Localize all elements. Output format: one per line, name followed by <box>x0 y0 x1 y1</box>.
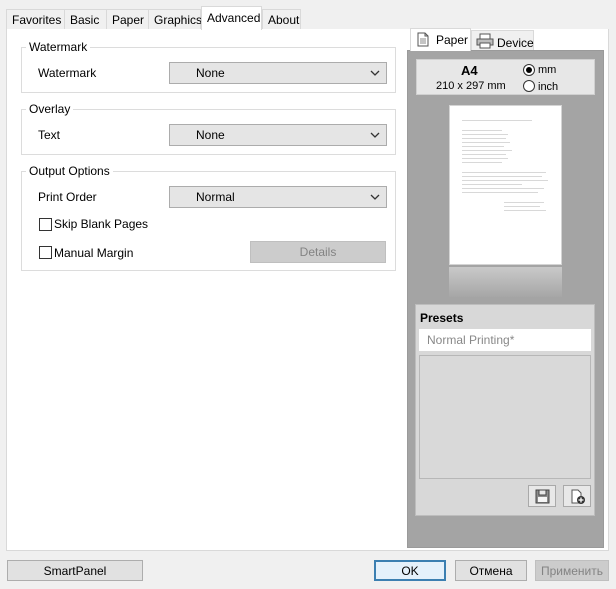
apply-button[interactable]: Применить <box>535 560 609 581</box>
watermark-select[interactable]: None <box>169 62 387 84</box>
preview-text-line <box>462 158 508 159</box>
preview-text-line <box>462 120 532 121</box>
skip-blank-pages-checkbox[interactable] <box>39 218 52 231</box>
watermark-select-value: None <box>196 66 225 80</box>
paper-size-box: A4 210 x 297 mm mm inch <box>416 59 595 95</box>
preview-text-line <box>462 180 548 181</box>
tab-paper[interactable]: Paper <box>106 9 149 29</box>
chevron-down-icon <box>370 194 380 200</box>
ok-button[interactable]: OK <box>374 560 446 581</box>
tab-label: Advanced <box>207 11 261 25</box>
output-options-group-title: Output Options <box>26 164 113 178</box>
device-tab-label: Device <box>497 36 534 50</box>
paper-size-name: A4 <box>461 63 478 78</box>
unit-inch-label: inch <box>538 81 559 93</box>
tab-advanced[interactable]: Advanced <box>201 6 262 30</box>
save-icon <box>535 489 550 504</box>
presets-panel: Presets Normal Printing* <box>415 304 595 516</box>
tab-label: Favorites <box>12 13 62 27</box>
preview-text-line <box>462 146 504 147</box>
preview-text-line <box>462 134 508 135</box>
chevron-down-icon <box>370 70 380 76</box>
page-preview <box>449 105 562 265</box>
preview-text-line <box>462 188 544 189</box>
paper-tab-label: Paper <box>436 33 469 47</box>
tab-label: About <box>268 13 300 27</box>
preview-text-line <box>504 202 544 203</box>
watermark-group-title: Watermark <box>26 40 91 54</box>
print-order-select[interactable]: Normal <box>169 186 387 208</box>
watermark-label: Watermark <box>38 66 97 80</box>
tab-favorites[interactable]: Favorites <box>6 9 65 29</box>
details-button[interactable]: Details <box>250 241 386 263</box>
unit-inch-radio[interactable] <box>523 80 535 92</box>
print-order-label: Print Order <box>38 190 97 204</box>
tab-paper-preview[interactable]: Paper <box>410 28 471 51</box>
overlay-select[interactable]: None <box>169 124 387 146</box>
preview-text-line <box>462 184 522 185</box>
add-document-icon <box>571 489 585 504</box>
overlay-select-value: None <box>196 128 225 142</box>
smartpanel-button[interactable]: SmartPanel <box>7 560 143 581</box>
preview-text-line <box>462 142 510 143</box>
preview-text-line <box>462 172 546 173</box>
chevron-down-icon <box>370 132 380 138</box>
preview-text-line <box>462 192 538 193</box>
paper-icon <box>417 32 429 47</box>
preset-name-field[interactable]: Normal Printing* <box>419 329 591 351</box>
unit-mm-radio[interactable] <box>523 64 535 76</box>
paper-size-dims: 210 x 297 mm <box>436 80 506 92</box>
preview-text-line <box>462 176 542 177</box>
tab-about[interactable]: About <box>262 9 301 29</box>
save-preset-button[interactable] <box>528 485 556 507</box>
preview-text-line <box>462 138 506 139</box>
tab-device[interactable]: Device <box>471 30 534 50</box>
preview-text-line <box>504 206 540 207</box>
preview-text-line <box>462 150 512 151</box>
overlay-group-title: Overlay <box>26 102 74 116</box>
print-order-select-value: Normal <box>196 190 235 204</box>
skip-blank-pages-label: Skip Blank Pages <box>54 217 149 231</box>
preview-text-line <box>462 154 506 155</box>
new-preset-button[interactable] <box>563 485 591 507</box>
preview-panel: A4 210 x 297 mm mm inch Presets Normal P… <box>407 50 604 548</box>
tab-label: Basic <box>70 13 100 27</box>
manual-margin-label: Manual Margin <box>54 246 134 260</box>
page-preview-reflection <box>449 267 562 297</box>
tab-label: Graphics <box>154 13 203 27</box>
presets-list[interactable] <box>419 355 591 479</box>
tab-label: Paper <box>112 13 145 27</box>
tab-graphics[interactable]: Graphics <box>148 9 203 29</box>
unit-mm-label: mm <box>538 64 557 76</box>
preview-text-line <box>462 130 502 131</box>
preview-text-line <box>504 210 546 211</box>
overlay-text-label: Text <box>38 128 61 142</box>
printer-icon <box>476 33 494 49</box>
presets-title: Presets <box>420 311 464 325</box>
preview-text-line <box>462 162 502 163</box>
manual-margin-checkbox[interactable] <box>39 246 52 259</box>
tab-basic[interactable]: Basic <box>64 9 107 29</box>
cancel-button[interactable]: Отмена <box>455 560 527 581</box>
